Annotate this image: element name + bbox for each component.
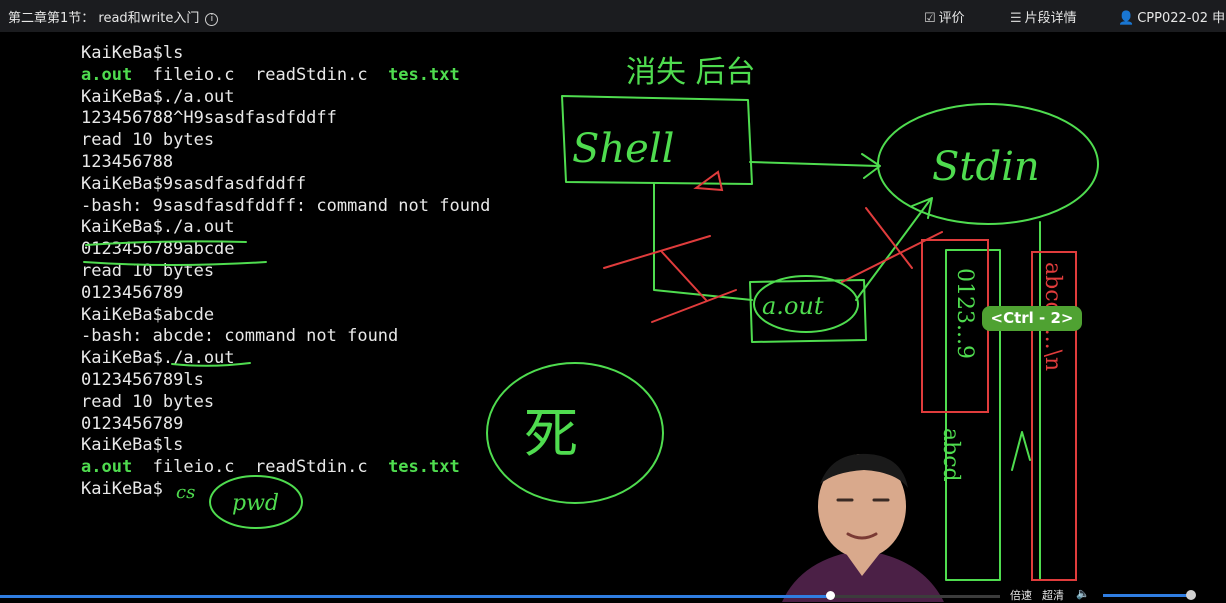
terminal-text: KaiKeBa$: [81, 478, 163, 499]
aout-ellipse: [753, 275, 859, 333]
terminal-text: a.out: [81, 457, 133, 478]
quality-button[interactable]: 超清: [1042, 587, 1064, 603]
top-handwriting: 消失 后台: [626, 55, 756, 90]
terminal-text: fileio.c readStdin.c: [132, 457, 389, 478]
shell-label: Shell: [572, 126, 674, 172]
terminal-line: read 10 bytes: [81, 392, 490, 414]
red-cross-stroke: [661, 251, 707, 301]
top-bar: 第二章第1节： read和write入门 i ☑ 评价 ☰ 片段详情 👤 CPP022-…: [0, 0, 1226, 32]
red-cross-stroke: [865, 207, 913, 269]
aout-box: [749, 279, 867, 343]
terminal-text: fileio.c readStdin.c: [132, 64, 389, 85]
red-cross-stroke: [603, 235, 711, 269]
terminal-text: KaiKeBa$ls: [81, 43, 184, 63]
terminal-line: KaiKeBa$abcde: [81, 305, 490, 327]
terminal-text: a.out: [81, 64, 133, 85]
red-cross-stroke: [651, 289, 737, 323]
terminal-text: KaiKeBa$./a.out: [81, 217, 235, 238]
terminal-text: -bash: abcde: command not found: [81, 326, 399, 347]
terminal-line: KaiKeBa$./a.out: [81, 87, 490, 109]
dead-glyph: 死: [524, 402, 578, 465]
course-title: 第二章第1节： read和write入门 i: [8, 7, 219, 26]
info-circle-icon[interactable]: i: [205, 13, 219, 26]
stdin-ellipse: [877, 103, 1099, 225]
speaker-icon[interactable]: 🔈: [1076, 587, 1090, 600]
terminal-text: 0123456789: [81, 282, 184, 303]
volume-slider[interactable]: [1103, 594, 1193, 597]
terminal-text: 123456788: [81, 151, 174, 172]
presenter-video: [782, 453, 944, 602]
progress-fill: [0, 595, 830, 598]
speed-button[interactable]: 倍速: [1010, 587, 1032, 603]
green-up-arrow: [1011, 431, 1031, 471]
player-controls: 倍速 超清 🔈: [0, 584, 1226, 602]
terminal-line: KaiKeBa$./a.out: [81, 217, 490, 239]
terminal-line: 123456788^H9sasdfasdfddff: [81, 108, 490, 130]
rate-button[interactable]: ☑ 评价: [924, 7, 965, 26]
terminal-text: KaiKeBa$./a.out: [81, 348, 235, 369]
terminal-text: 0123456789ls: [81, 369, 204, 390]
terminal-line: 0123456789: [81, 283, 490, 305]
terminal-text: read 10 bytes: [81, 391, 215, 412]
terminal-text: tes.txt: [388, 64, 460, 85]
green-column-box: [945, 249, 1001, 581]
terminal-text: KaiKeBa$ls: [81, 435, 184, 456]
terminal-line: KaiKeBa$./a.out: [81, 348, 490, 370]
terminal-text: KaiKeBa$abcde: [81, 304, 215, 325]
user-icon: 👤: [1118, 11, 1135, 26]
terminal-line: 0123456789abcde: [81, 239, 490, 261]
left-column-chars: 0123...9: [952, 268, 977, 359]
terminal-line: 0123456789ls: [81, 370, 490, 392]
terminal-line: a.out fileio.c readStdin.c tes.txt: [81, 457, 490, 479]
terminal-line: KaiKeBa$: [81, 479, 490, 501]
red-column-box: [921, 239, 989, 413]
arrow-shell-stdin: [749, 153, 881, 179]
terminal-output: KaiKeBa$ls a.out fileio.c readStdin.c tes…: [81, 43, 490, 501]
terminal-text: read 10 bytes: [81, 260, 215, 281]
terminal-text: tes.txt: [388, 457, 460, 478]
volume-fill: [1103, 594, 1187, 597]
red-column-box-right: [1031, 251, 1077, 581]
progress-handle[interactable]: [826, 591, 835, 600]
terminal-line: -bash: abcde: command not found: [81, 326, 490, 348]
segment-details-button[interactable]: ☰ 片段详情: [1010, 7, 1077, 26]
progress-bar[interactable]: [0, 595, 1000, 598]
terminal-line: read 10 bytes: [81, 130, 490, 152]
terminal-line: 123456788: [81, 152, 490, 174]
terminal-line: a.out fileio.c readStdin.c tes.txt: [81, 65, 490, 87]
arrow-aout-stdin: [855, 197, 933, 301]
terminal-text: KaiKeBa$./a.out: [81, 86, 235, 107]
terminal-text: 0123456789: [81, 413, 184, 434]
terminal-text: 123456788^H9sasdfasdfddff: [81, 108, 337, 129]
terminal-line: read 10 bytes: [81, 261, 490, 283]
red-cross-stroke: [841, 231, 943, 283]
terminal-text: KaiKeBa$9sasdfasdfddff: [81, 173, 307, 194]
edit-icon: ☑: [924, 11, 936, 26]
arrow-shell-aout: [653, 183, 753, 301]
terminal-text: 0123456789abcde: [81, 239, 235, 260]
list-icon: ☰: [1010, 11, 1022, 26]
aout-label: a.out: [762, 292, 824, 320]
ctrl-shortcut-badge: <Ctrl - 2>: [982, 306, 1082, 331]
terminal-text: -bash: 9sasdfasdfddff: command not found: [81, 195, 491, 216]
terminal-line: KaiKeBa$ls: [81, 435, 490, 457]
terminal-line: 0123456789: [81, 414, 490, 436]
terminal-text: read 10 bytes: [81, 130, 215, 151]
red-mark: [693, 170, 724, 192]
terminal-line: KaiKeBa$9sasdfasdfddff: [81, 174, 490, 196]
terminal-line: -bash: 9sasdfasdfddff: command not found: [81, 196, 490, 218]
volume-handle[interactable]: [1186, 590, 1196, 600]
process-circle: [486, 362, 664, 504]
shell-box: [561, 95, 753, 185]
terminal-line: KaiKeBa$ls: [81, 43, 490, 65]
stdin-label: Stdin: [932, 144, 1040, 190]
user-button[interactable]: 👤 CPP022-02 申: [1118, 7, 1225, 26]
